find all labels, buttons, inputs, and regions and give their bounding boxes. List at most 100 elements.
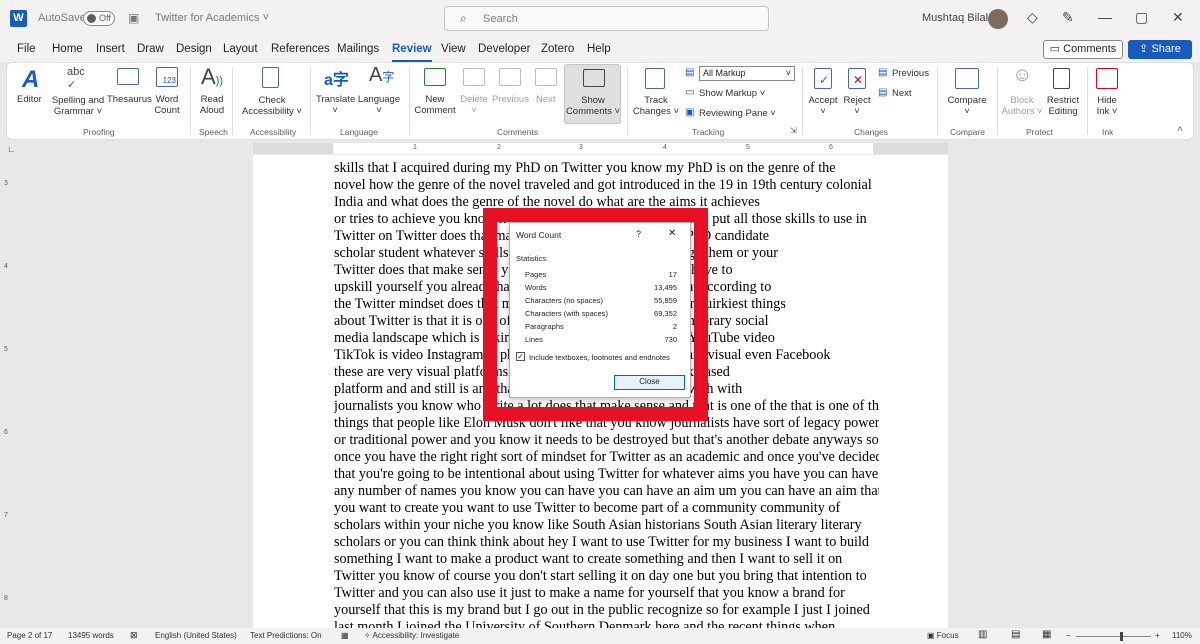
hide-ink-button[interactable]: Hide Ink ˅ <box>1092 95 1122 117</box>
accept-button[interactable]: Accept ˅ <box>806 95 840 117</box>
compare-button[interactable]: Compare ˅ <box>945 95 989 117</box>
maximize-icon[interactable]: ▢ <box>1135 9 1148 26</box>
diamond-icon[interactable]: ◇ <box>1027 9 1038 26</box>
next-change-button[interactable]: Next <box>892 88 912 99</box>
editor-button[interactable]: Editor <box>17 94 42 105</box>
zoom-slider[interactable] <box>1076 636 1151 637</box>
delete-comment-button[interactable]: Delete ˅ <box>458 94 490 116</box>
tab-mailings[interactable]: Mailings <box>337 43 379 55</box>
document-line[interactable]: that you're going to be intentional abou… <box>334 466 879 483</box>
translate-icon: a字 <box>324 72 349 89</box>
horizontal-ruler[interactable]: 1 2 3 4 5 6 <box>253 143 948 154</box>
collapse-ribbon-icon[interactable]: ˄ <box>1177 124 1183 135</box>
document-line[interactable]: yourself that this is my brand but I go … <box>334 602 879 619</box>
vertical-ruler[interactable]: 3 4 5 6 7 8 <box>0 155 14 644</box>
previous-change-button[interactable]: Previous <box>892 68 929 79</box>
new-comment-button[interactable]: New Comment <box>413 94 457 116</box>
avatar[interactable] <box>988 9 1008 29</box>
accessibility-status[interactable]: ✧ Accessibility: Investigate <box>364 631 459 640</box>
read-mode-icon[interactable]: ▥ <box>978 629 987 640</box>
tab-layout[interactable]: Layout <box>223 43 258 55</box>
document-line[interactable]: scholars or you can think think about he… <box>334 534 879 551</box>
show-markup-button[interactable]: Show Markup ˅ <box>699 88 765 99</box>
reviewing-pane-button[interactable]: Reviewing Pane ˅ <box>699 108 776 119</box>
document-line[interactable]: novel how the genre of the novel travele… <box>334 177 879 194</box>
document-line[interactable]: Twitter and you can also use it just to … <box>334 585 879 602</box>
zoom-level[interactable]: 110% <box>1172 631 1192 640</box>
group-tracking: Tracking <box>692 127 725 137</box>
minimize-icon[interactable]: — <box>1098 9 1112 25</box>
pen-icon[interactable]: ✎ <box>1062 9 1074 26</box>
tab-view[interactable]: View <box>441 43 466 55</box>
group-protect: Protect <box>1026 127 1053 137</box>
zoom-out-icon[interactable]: − <box>1066 631 1071 640</box>
next-comment-icon <box>535 68 557 86</box>
stat-label: Characters (with spaces) <box>525 309 608 318</box>
share-button[interactable]: ⇪ Share <box>1128 40 1192 59</box>
macro-icon[interactable]: ▦ <box>341 631 349 640</box>
document-line[interactable]: something I want to make a product want … <box>334 551 879 568</box>
previous-comment-button[interactable]: Previous <box>492 94 529 105</box>
close-icon[interactable]: ✕ <box>668 228 676 239</box>
search-box[interactable]: ⌕ Search <box>444 6 769 31</box>
document-line[interactable]: skills that I acquired during my PhD on … <box>334 160 879 177</box>
thesaurus-icon <box>117 68 139 85</box>
help-button[interactable]: ? <box>636 229 641 239</box>
tab-file[interactable]: File <box>17 43 36 55</box>
tab-references[interactable]: References <box>271 43 330 55</box>
print-layout-icon[interactable]: ▤ <box>1011 629 1020 640</box>
tab-home[interactable]: Home <box>52 43 83 55</box>
close-icon[interactable]: ✕ <box>1172 9 1184 26</box>
ruler-margin-right <box>873 143 948 154</box>
block-authors-button[interactable]: Block Authors ˅ <box>1000 95 1044 117</box>
restrict-editing-button[interactable]: Restrict Editing <box>1043 95 1083 117</box>
reject-button[interactable]: Reject ˅ <box>842 95 872 117</box>
document-line[interactable]: scholars within your niche you know like… <box>334 517 879 534</box>
close-button[interactable]: Close <box>614 375 685 390</box>
tab-review[interactable]: Review <box>392 43 432 62</box>
save-icon[interactable]: ▣ <box>128 11 139 25</box>
focus-button[interactable]: ▣ Focus <box>927 631 959 640</box>
tab-insert[interactable]: Insert <box>96 43 125 55</box>
document-line[interactable]: once you have the right right sort of mi… <box>334 449 879 466</box>
tab-zotero[interactable]: Zotero <box>541 43 574 55</box>
translate-button[interactable]: Translate ˅ <box>316 94 355 116</box>
zoom-in-icon[interactable]: + <box>1155 631 1160 640</box>
document-line[interactable]: Twitter you know of course you don't sta… <box>334 568 879 585</box>
tab-draw[interactable]: Draw <box>137 43 164 55</box>
search-placeholder: Search <box>483 13 518 25</box>
read-aloud-button[interactable]: Read Aloud <box>197 94 227 116</box>
zoom-slider-thumb[interactable] <box>1120 632 1123 641</box>
comments-button[interactable]: ▭ Comments <box>1043 40 1123 59</box>
markup-select[interactable]: All Markup ˅ <box>699 66 795 81</box>
word-count-button[interactable]: Word Count <box>152 94 182 116</box>
next-change-icon: ▤ <box>878 87 888 98</box>
show-comments-button[interactable]: Show Comments ˅ <box>564 64 621 124</box>
separator <box>997 67 998 135</box>
thesaurus-button[interactable]: Thesaurus <box>107 94 152 105</box>
check-accessibility-button[interactable]: Check Accessibility ˅ <box>240 95 304 117</box>
document-title[interactable]: Twitter for Academics ˅ <box>155 12 269 24</box>
next-comment-button[interactable]: Next <box>536 94 556 105</box>
page-count[interactable]: Page 2 of 17 <box>7 631 52 640</box>
dialog-launcher-icon[interactable]: ⇲ <box>790 126 797 135</box>
autosave-toggle[interactable]: Off <box>83 11 115 26</box>
tab-help[interactable]: Help <box>587 43 611 55</box>
language-button[interactable]: Language ˅ <box>357 94 401 116</box>
tab-design[interactable]: Design <box>176 43 212 55</box>
proofing-icon[interactable]: ⊠ <box>130 630 138 641</box>
language-status[interactable]: English (United States) <box>155 631 237 640</box>
include-textboxes-checkbox[interactable]: ✓ <box>516 352 525 361</box>
word-count-status[interactable]: 13495 words <box>68 631 114 640</box>
text-predictions-status[interactable]: Text Predictions: On <box>250 631 322 640</box>
web-layout-icon[interactable]: ▦ <box>1042 629 1051 640</box>
tab-selector-icon[interactable]: ∟ <box>7 144 16 154</box>
document-line[interactable]: any number of names you know you can hav… <box>334 483 879 500</box>
document-line[interactable]: you want to create you want to use Twitt… <box>334 500 879 517</box>
track-changes-button[interactable]: Track Changes ˅ <box>631 95 681 117</box>
user-name[interactable]: Mushtaq Bilal <box>922 12 988 24</box>
spelling-grammar-button[interactable]: Spelling and Grammar ˅ <box>48 95 108 117</box>
document-line[interactable]: or traditional power and you know it nee… <box>334 432 879 449</box>
stat-label: Lines <box>525 335 543 344</box>
tab-developer[interactable]: Developer <box>478 43 530 55</box>
